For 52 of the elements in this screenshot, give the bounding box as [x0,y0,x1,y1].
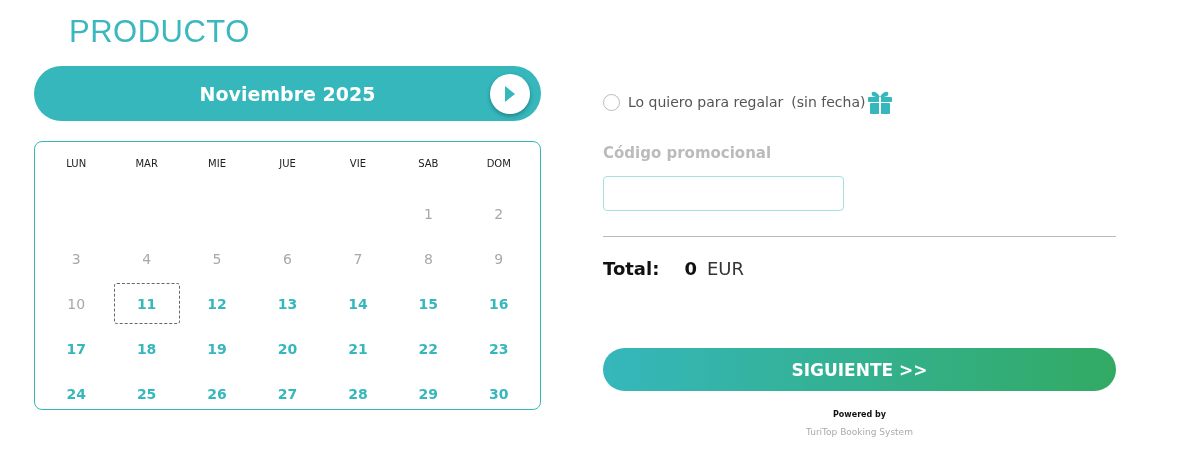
calendar-day[interactable]: 28 [324,373,391,414]
calendar-day: 8 [395,238,462,279]
month-label: Noviembre 2025 [199,82,376,105]
calendar-day[interactable]: 16 [465,283,532,324]
calendar-day[interactable]: 22 [395,328,462,369]
calendar-day[interactable]: 29 [395,373,462,414]
total-label: Total: [603,257,660,279]
calendar-day[interactable]: 19 [184,328,251,369]
total-amount: 0 [684,257,697,279]
calendar-day[interactable]: 24 [43,373,110,414]
calendar-day: 7 [324,238,391,279]
weekday-label: MIE [208,157,226,169]
next-button[interactable]: SIGUIENTE >> [603,348,1116,391]
calendar-day[interactable]: 30 [465,373,532,414]
promo-code-label: Código promocional [603,144,773,162]
weekday-label: JUE [279,157,296,169]
weekday-label: SAB [418,157,439,169]
next-month-button[interactable] [490,74,530,114]
page-title: PRODUCTO [69,14,251,51]
calendar-day[interactable]: 21 [324,328,391,369]
calendar-day[interactable]: 12 [184,283,251,324]
calendar-day[interactable]: 27 [254,373,321,414]
currency-label: EUR [706,257,744,279]
calendar-day: 1 [395,193,462,234]
gift-note: (sin fecha) [791,94,866,110]
calendar-day[interactable]: 17 [43,328,110,369]
calendar-day: 5 [184,238,251,279]
calendar-day[interactable]: 25 [113,373,180,414]
brand-link[interactable]: TuriTop Booking System [806,427,913,437]
weekday-label: VIE [349,157,366,169]
calendar-day: 4 [113,238,180,279]
calendar-day: 2 [465,193,532,234]
calendar-day[interactable]: 23 [465,328,532,369]
calendar-day[interactable]: 11 [113,283,180,324]
weekday-label: LUN [66,157,87,169]
calendar-day: 3 [43,238,110,279]
calendar-day[interactable]: 15 [395,283,462,324]
calendar-day[interactable]: 26 [184,373,251,414]
calendar-day: 6 [254,238,321,279]
powered-by-label: Powered by [833,410,886,419]
promo-code-field[interactable] [603,176,844,211]
gift-icon [867,90,894,114]
calendar-day[interactable]: 18 [113,328,180,369]
calendar-day: 10 [43,283,110,324]
calendar-day[interactable]: 20 [254,328,321,369]
play-icon [504,85,516,103]
calendar-day: 9 [465,238,532,279]
weekday-label: DOM [486,157,511,169]
gift-label: Lo quiero para regalar [628,94,784,110]
weekday-label: MAR [135,157,158,169]
calendar-day[interactable]: 14 [324,283,391,324]
calendar-day[interactable]: 13 [254,283,321,324]
